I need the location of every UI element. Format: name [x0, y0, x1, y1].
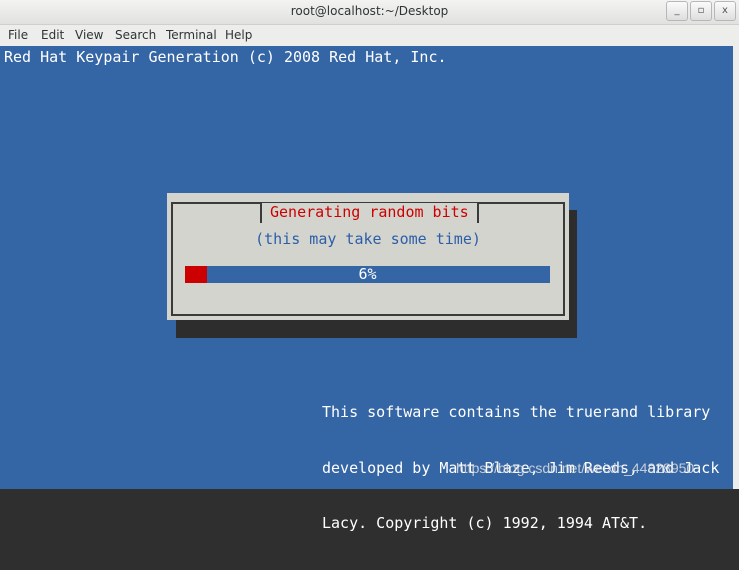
progress-dialog: Generating random bits (this may take so… — [167, 193, 569, 320]
menu-bar: File Edit View Search Terminal Help — [0, 25, 739, 46]
minimize-button[interactable]: _ — [666, 1, 688, 21]
dialog-title: Generating random bits — [260, 203, 479, 223]
terminal-window: root@localhost:~/Desktop _ ▫ x File Edit… — [0, 0, 739, 532]
maximize-button[interactable]: ▫ — [690, 1, 712, 21]
window-title: root@localhost:~/Desktop — [290, 4, 449, 18]
menu-file[interactable]: File — [8, 28, 28, 42]
watermark-text: https://blog.csdn.net/weixin_44828950 — [456, 460, 695, 476]
menu-search[interactable]: Search — [115, 28, 156, 42]
dialog-message: (this may take some time) — [255, 230, 481, 248]
terminal-header-text: Red Hat Keypair Generation (c) 2008 Red … — [4, 48, 447, 66]
menu-terminal[interactable]: Terminal — [166, 28, 217, 42]
dialog-frame: Generating random bits — [171, 202, 565, 316]
license-line: Lacy. Copyright (c) 1992, 1994 AT&T. — [322, 514, 648, 532]
title-bar[interactable]: root@localhost:~/Desktop _ ▫ x — [0, 0, 739, 25]
close-button[interactable]: x — [714, 1, 736, 21]
menu-help[interactable]: Help — [225, 28, 252, 42]
menu-view[interactable]: View — [75, 28, 103, 42]
window-controls: _ ▫ x — [666, 1, 736, 21]
license-line: This software contains the truerand libr… — [322, 403, 711, 421]
menu-edit[interactable]: Edit — [41, 28, 64, 42]
progress-bar: 6% — [185, 266, 550, 283]
progress-percent: 6% — [358, 265, 377, 283]
